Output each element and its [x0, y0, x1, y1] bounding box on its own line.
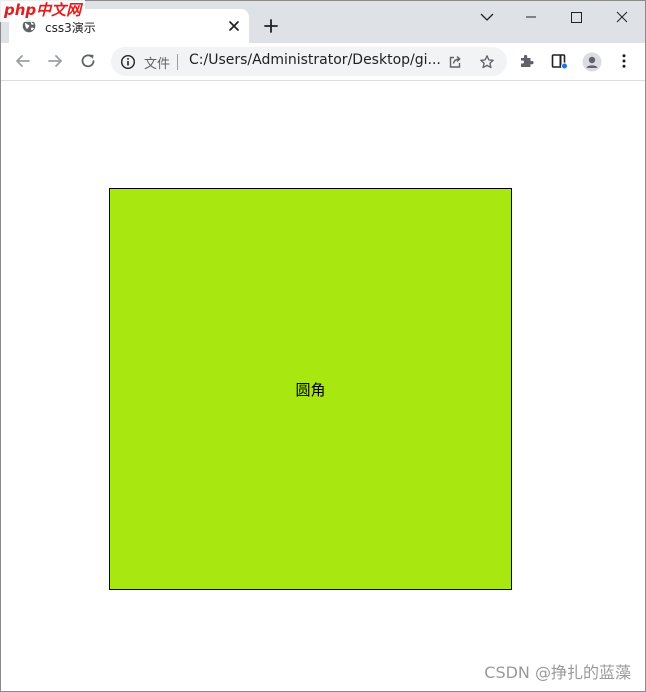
omnibox-divider	[177, 54, 178, 70]
url-text[interactable]: C:/Users/Administrator/Desktop/gi...	[189, 52, 449, 68]
rounded-corner-demo-box: 圆角	[109, 188, 512, 590]
tab-search-chevron-icon[interactable]	[473, 9, 501, 25]
navigation-toolbar: 文件 C:/Users/Administrator/Desktop/gi...	[1, 43, 645, 81]
new-tab-plus-icon[interactable]	[261, 16, 281, 36]
title-bar: css3演示	[1, 1, 645, 43]
maximize-icon[interactable]	[562, 9, 590, 25]
demo-box-label: 圆角	[295, 381, 326, 399]
extensions-puzzle-icon[interactable]	[518, 52, 536, 70]
csdn-watermark: CSDN @挣扎的蓝藻	[484, 663, 631, 682]
share-icon[interactable]	[447, 54, 463, 70]
close-tab-icon[interactable]	[225, 17, 243, 35]
security-label: 文件	[144, 57, 171, 72]
back-arrow-icon[interactable]	[14, 52, 32, 70]
php-site-watermark: php中文网	[0, 0, 86, 22]
minimize-icon[interactable]	[517, 9, 545, 25]
browser-window: css3演示 文件 C:/Users/Administrator/Desktop…	[0, 0, 646, 692]
reload-icon[interactable]	[79, 52, 97, 70]
more-menu-icon[interactable]	[615, 52, 633, 70]
reading-list-icon[interactable]	[550, 52, 568, 70]
address-bar[interactable]: 文件 C:/Users/Administrator/Desktop/gi...	[111, 47, 507, 76]
profile-avatar-icon[interactable]	[582, 52, 602, 72]
page-content: 圆角	[1, 81, 645, 691]
info-icon[interactable]	[120, 54, 136, 70]
forward-arrow-icon[interactable]	[46, 52, 64, 70]
close-window-icon[interactable]	[608, 9, 636, 25]
bookmark-star-icon[interactable]	[479, 54, 495, 70]
